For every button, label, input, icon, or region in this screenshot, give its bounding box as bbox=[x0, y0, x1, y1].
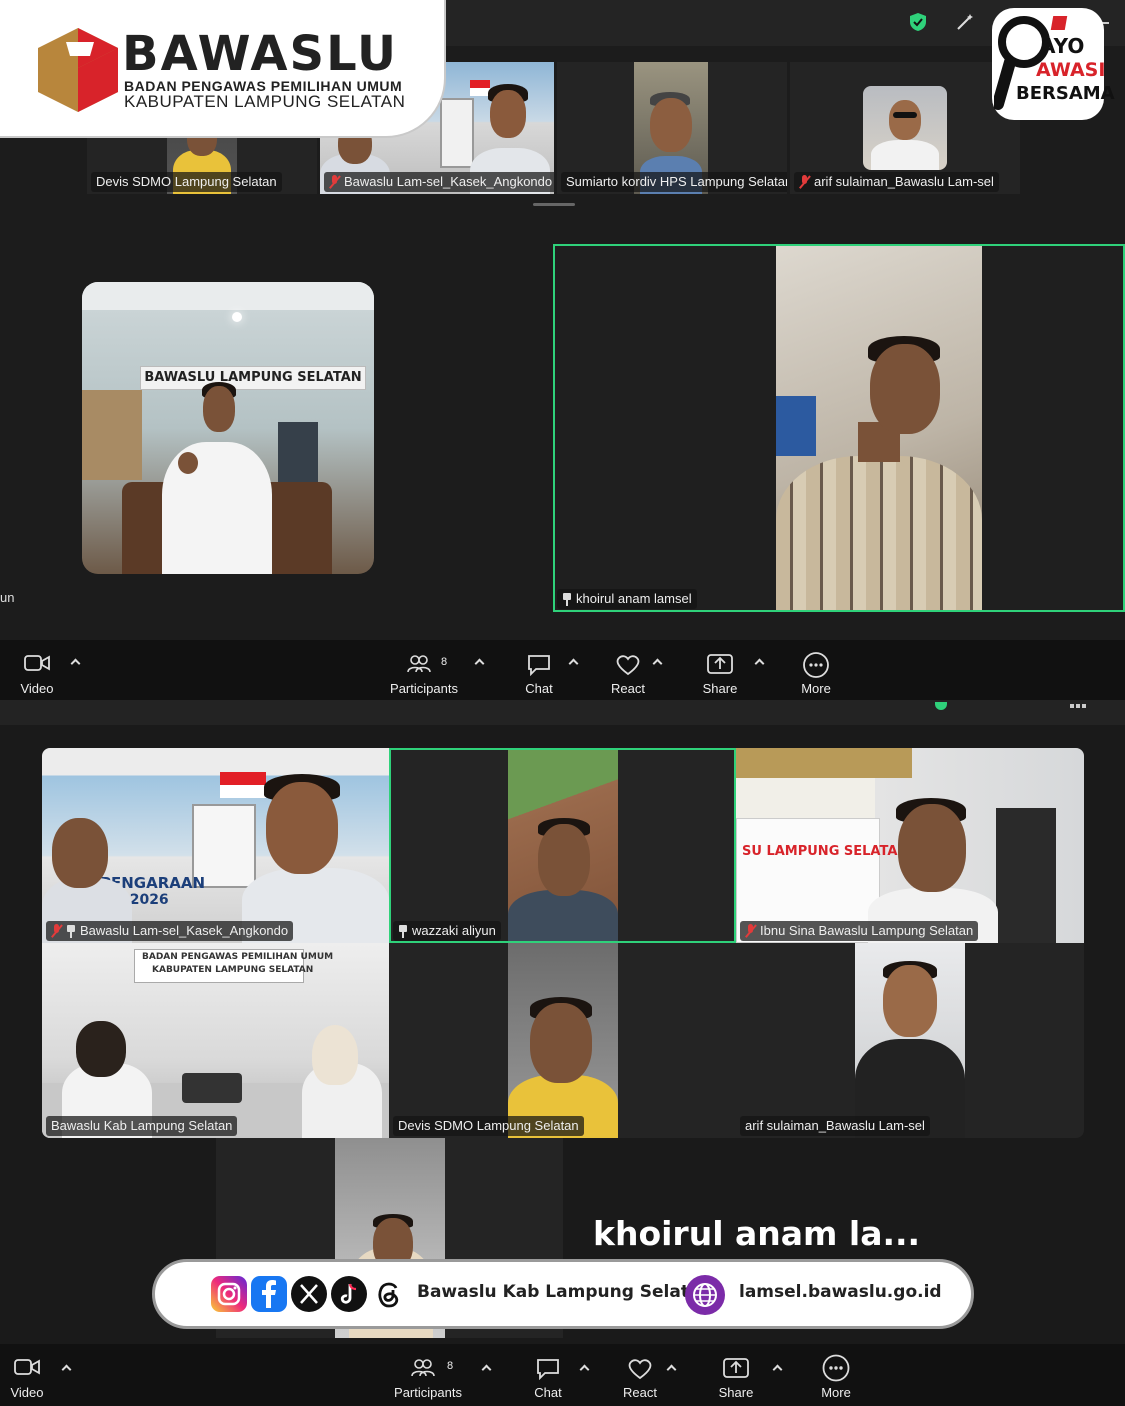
tiktok-icon[interactable] bbox=[331, 1276, 367, 1312]
participant-name: Devis SDMO Lampung Selatan bbox=[393, 1116, 584, 1136]
video-feed: PENGARAAN A 2026 bbox=[42, 748, 389, 943]
participant-tile[interactable]: Devis SDMO Lampung Selatan bbox=[389, 943, 736, 1138]
share-button[interactable]: Share bbox=[698, 654, 742, 696]
participant-name: Bawaslu Kab Lampung Selatan bbox=[46, 1116, 238, 1136]
mic-muted-icon bbox=[745, 924, 756, 938]
share-screen-icon bbox=[707, 654, 733, 674]
video-camera-icon bbox=[14, 1359, 40, 1375]
social-media-bar: Bawaslu Kab Lampung Selatan lamsel.bawas… bbox=[152, 1259, 974, 1329]
share-screen-icon bbox=[723, 1358, 749, 1378]
react-button[interactable]: React bbox=[606, 654, 650, 696]
mic-muted-icon bbox=[799, 175, 810, 189]
react-options-chevron-icon[interactable] bbox=[652, 658, 663, 669]
more-button[interactable]: More bbox=[816, 1354, 856, 1400]
chat-button[interactable]: Chat bbox=[527, 1358, 569, 1400]
chat-icon bbox=[537, 1359, 559, 1380]
x-icon[interactable] bbox=[291, 1276, 327, 1312]
react-button[interactable]: React bbox=[618, 1358, 662, 1400]
social-handle[interactable]: Bawaslu Kab Lampung Selatan bbox=[417, 1282, 713, 1302]
participants-options-chevron-icon[interactable] bbox=[481, 1364, 492, 1375]
participant-name: Devis SDMO Lampung Selatan bbox=[91, 172, 282, 192]
website-link[interactable]: lamsel.bawaslu.go.id bbox=[739, 1282, 942, 1302]
pin-icon bbox=[562, 592, 572, 606]
video-feed: BADAN PENGAWAS PEMILIHAN UMUM KABUPATEN … bbox=[42, 943, 389, 1138]
participant-tile[interactable]: arif sulaiman_Bawaslu Lam-sel bbox=[736, 943, 1084, 1138]
participant-name: un bbox=[0, 590, 15, 605]
more-icon bbox=[803, 652, 829, 678]
office-banner: BAWASLU LAMPUNG SELATAN bbox=[140, 366, 366, 390]
participants-count: 8 bbox=[441, 656, 448, 668]
participants-icon bbox=[407, 655, 431, 673]
bawaslu-logo-card: BAWASLU BADAN PENGAWAS PEMILIHAN UMUM KA… bbox=[0, 0, 446, 138]
video-button[interactable]: Video bbox=[14, 654, 60, 696]
participant-tile[interactable]: SU LAMPUNG SELATAN Ibnu Sina Bawaslu Lam… bbox=[736, 748, 1084, 943]
participant-name: Bawaslu Lam-sel_Kasek_Angkondo bbox=[46, 921, 294, 941]
participant-tile[interactable]: wazzaki aliyun bbox=[389, 748, 736, 943]
heart-icon bbox=[628, 1359, 652, 1380]
avatar bbox=[863, 86, 947, 170]
video-camera-icon bbox=[24, 655, 50, 671]
heart-icon bbox=[616, 655, 640, 676]
speaker-caption: khoirul anam la... bbox=[593, 1214, 921, 1253]
video-feed: SU LAMPUNG SELATAN bbox=[736, 748, 1084, 943]
shield-icon[interactable] bbox=[935, 702, 947, 710]
pin-icon bbox=[66, 924, 76, 938]
participant-name: arif sulaiman_Bawaslu Lam-sel bbox=[740, 1116, 930, 1136]
participant-name: Bawaslu Lam-sel_Kasek_Angkondo bbox=[324, 172, 554, 192]
facebook-icon[interactable] bbox=[251, 1276, 287, 1312]
gallery-video-tile[interactable]: BAWASLU LAMPUNG SELATAN bbox=[82, 282, 374, 574]
bottom-title-bar bbox=[0, 700, 1125, 725]
shield-icon[interactable] bbox=[909, 12, 927, 32]
thumbnail-tile[interactable]: Sumiarto kordiv HPS Lampung Selatan bbox=[557, 62, 787, 194]
video-options-chevron-icon[interactable] bbox=[61, 1364, 72, 1375]
threads-icon[interactable] bbox=[371, 1276, 407, 1312]
chat-options-chevron-icon[interactable] bbox=[568, 658, 579, 669]
share-options-chevron-icon[interactable] bbox=[754, 658, 765, 669]
video-feed bbox=[855, 943, 965, 1138]
meeting-toolbar: Video 8 Participants Chat React Share Mo… bbox=[0, 640, 1125, 700]
participant-name: Sumiarto kordiv HPS Lampung Selatan bbox=[561, 172, 787, 192]
participant-name: wazzaki aliyun bbox=[393, 921, 501, 941]
video-feed bbox=[508, 943, 618, 1138]
thumbnail-tile[interactable]: arif sulaiman_Bawaslu Lam-sel bbox=[790, 62, 1020, 194]
react-options-chevron-icon[interactable] bbox=[666, 1364, 677, 1375]
video-feed bbox=[508, 750, 618, 941]
org-name: BAWASLU bbox=[122, 26, 398, 82]
instagram-icon[interactable] bbox=[211, 1276, 247, 1312]
share-button[interactable]: Share bbox=[714, 1358, 758, 1400]
video-feed bbox=[776, 246, 982, 610]
video-options-chevron-icon[interactable] bbox=[70, 658, 81, 669]
more-options-icon[interactable] bbox=[1070, 704, 1086, 708]
mic-muted-icon bbox=[329, 175, 340, 189]
mic-muted-icon bbox=[51, 924, 62, 938]
ayo-awasi-bersama-badge: AYO AWASI BERSAMA bbox=[992, 8, 1115, 120]
participant-name: arif sulaiman_Bawaslu Lam-sel bbox=[794, 172, 999, 192]
participant-tile[interactable]: PENGARAAN A 2026 Bawaslu Lam-sel_Kasek_A… bbox=[42, 748, 389, 943]
more-button[interactable]: More bbox=[796, 652, 836, 696]
active-speaker-tile[interactable]: khoirul anam lamsel bbox=[553, 244, 1125, 612]
share-options-chevron-icon[interactable] bbox=[772, 1364, 783, 1375]
participants-count: 8 bbox=[447, 1360, 454, 1372]
chat-button[interactable]: Chat bbox=[518, 654, 560, 696]
chat-options-chevron-icon[interactable] bbox=[579, 1364, 590, 1375]
video-button[interactable]: Video bbox=[4, 1358, 50, 1400]
chat-icon bbox=[528, 655, 550, 676]
strip-drag-handle[interactable] bbox=[533, 203, 575, 206]
participant-name: Ibnu Sina Bawaslu Lampung Selatan bbox=[740, 921, 979, 941]
participant-name: khoirul anam lamsel bbox=[557, 589, 697, 609]
magic-wand-icon[interactable] bbox=[955, 12, 975, 32]
participants-button[interactable]: 8 Participants bbox=[386, 654, 462, 696]
meeting-toolbar: Video 8 Participants Chat React Share Mo… bbox=[0, 1344, 1125, 1406]
participants-options-chevron-icon[interactable] bbox=[474, 658, 485, 669]
more-icon bbox=[822, 1354, 850, 1382]
participant-tile[interactable]: BADAN PENGAWAS PEMILIHAN UMUM KABUPATEN … bbox=[42, 943, 389, 1138]
participants-icon bbox=[411, 1359, 435, 1377]
globe-icon[interactable] bbox=[685, 1275, 725, 1315]
participants-button[interactable]: 8 Participants bbox=[389, 1358, 467, 1400]
org-region: KABUPATEN LAMPUNG SELATAN bbox=[124, 92, 406, 111]
bawaslu-emblem-icon bbox=[38, 28, 118, 112]
pin-icon bbox=[398, 924, 408, 938]
